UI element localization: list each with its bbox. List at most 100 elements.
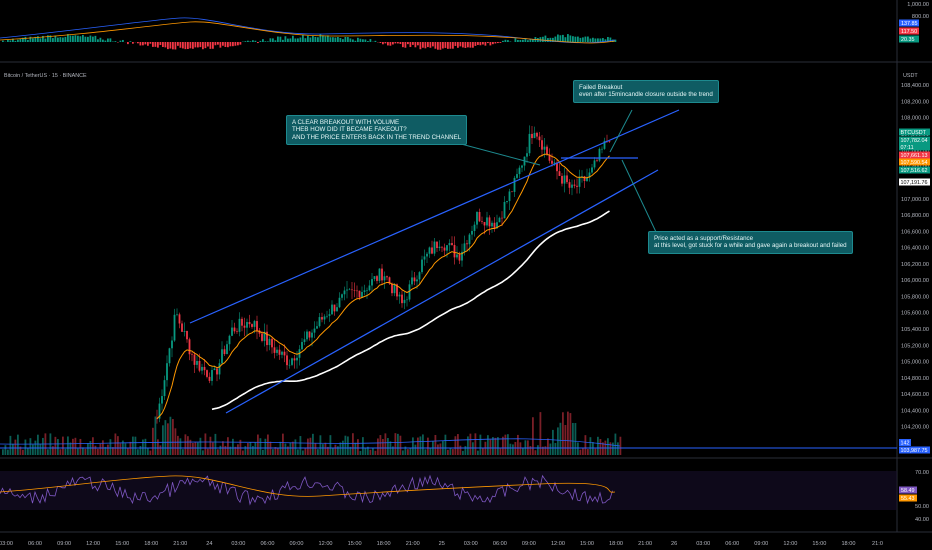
- histogram-bar: [269, 38, 272, 42]
- candle-body: [473, 224, 476, 231]
- candle-body: [213, 368, 216, 371]
- volume-bar: [497, 437, 499, 455]
- volume-bar: [394, 433, 397, 455]
- top-axis-label: 800.00: [912, 14, 929, 20]
- candle-body: [446, 245, 448, 251]
- volume-bar: [452, 449, 454, 455]
- volume-bar: [249, 442, 252, 455]
- volume-bar: [92, 437, 94, 455]
- histogram-bar: [277, 36, 279, 42]
- candle-body: [486, 217, 488, 226]
- candle-body: [451, 243, 453, 246]
- histogram-bar: [52, 38, 54, 42]
- volume-bar: [237, 444, 239, 455]
- candle-body: [193, 354, 196, 365]
- histogram-bar: [437, 42, 439, 50]
- candle-body: [498, 217, 501, 223]
- histogram-bar: [477, 42, 479, 45]
- histogram-bar: [69, 35, 72, 42]
- top-axis-label: 1,000.00: [907, 2, 929, 8]
- candle-body: [503, 201, 506, 219]
- histogram-bar: [249, 41, 252, 42]
- volume-bar: [199, 437, 202, 455]
- volume-bar: [184, 434, 187, 455]
- histogram-bar: [587, 36, 589, 42]
- volume-bar: [64, 448, 67, 455]
- volume-bar: [504, 434, 507, 455]
- histogram-bar: [144, 42, 147, 45]
- volume-bar: [174, 428, 177, 455]
- candle-body: [238, 318, 241, 332]
- candle-body: [206, 370, 208, 377]
- candle-body: [338, 297, 341, 308]
- volume-bar: [534, 450, 537, 455]
- histogram-bar: [314, 36, 317, 42]
- volume-bar: [487, 435, 489, 455]
- candle-body: [271, 338, 273, 348]
- price-badge-text: 107,782.04: [901, 138, 928, 144]
- histogram-bar: [382, 42, 384, 45]
- volume-bar: [437, 444, 439, 455]
- time-tick-label: 12:00: [86, 541, 100, 547]
- volume-bar: [262, 449, 264, 455]
- volume-bar: [387, 438, 389, 455]
- candle-body: [563, 175, 566, 184]
- candle-body: [321, 317, 323, 320]
- candle-body: [571, 184, 573, 188]
- volume-bar: [294, 439, 297, 455]
- trading-chart[interactable]: 1,000.00 800.00137.85 117.50 20.35 70.00 50.…: [0, 0, 932, 550]
- histogram-bar: [522, 39, 524, 42]
- volume-bar: [372, 448, 374, 455]
- annotation-support-resistance[interactable]: Price acted as a support/Resistance at t…: [648, 231, 853, 254]
- histogram-bar: [62, 37, 64, 42]
- volume-bar: [332, 448, 334, 455]
- volume-bar: [329, 435, 332, 455]
- volume-bar: [32, 444, 34, 455]
- histogram-bar: [32, 38, 34, 42]
- volume-bar: [439, 443, 442, 455]
- annotation-clear-breakout[interactable]: A CLEAR BREAKOUT WITH VOLUME THEB HOW DI…: [286, 115, 468, 146]
- volume-bar: [9, 435, 12, 455]
- candle-body: [591, 167, 593, 173]
- volume-bar: [164, 420, 167, 455]
- histogram-bar: [254, 40, 257, 42]
- volume-bar: [267, 434, 269, 455]
- candle-body: [381, 268, 383, 281]
- candle-body: [508, 191, 511, 202]
- candle-body: [573, 184, 576, 186]
- candle-body: [406, 299, 408, 301]
- volume-bar: [179, 438, 182, 455]
- time-tick-label: 18:00: [841, 541, 855, 547]
- volume-bar: [74, 437, 77, 455]
- price-tick-label: 104,200.00: [901, 425, 929, 431]
- price-tick-label: 105,000.00: [901, 360, 929, 366]
- candle-body: [463, 243, 466, 252]
- histogram-bar: [379, 42, 382, 43]
- volume-bar: [252, 446, 254, 455]
- histogram-bar: [569, 35, 572, 42]
- histogram-bar: [347, 37, 349, 42]
- price-badge-text: BTCUSDT: [901, 130, 927, 136]
- candle-body: [221, 349, 223, 364]
- histogram-bar: [362, 39, 364, 42]
- histogram-bar: [202, 42, 204, 50]
- volume-bar: [539, 412, 542, 455]
- histogram-bar: [392, 42, 394, 45]
- candle-body: [226, 344, 228, 355]
- annotation-failed-breakout[interactable]: Failed Breakout even after 15mincandle c…: [573, 80, 719, 103]
- volume-bar: [319, 435, 322, 455]
- candle-body: [568, 182, 571, 188]
- volume-bar: [599, 439, 602, 455]
- time-tick-label: 25: [439, 541, 445, 547]
- volume-bar: [357, 439, 359, 455]
- candle-body: [208, 376, 211, 381]
- volume-bar: [187, 436, 189, 455]
- histogram-bar: [109, 38, 112, 42]
- top-value-badge-text: 137.85: [901, 21, 918, 27]
- volume-bar: [307, 438, 309, 455]
- volume-bar: [127, 447, 129, 455]
- volume-bar: [532, 417, 534, 455]
- volume-bar: [419, 436, 422, 455]
- time-tick-label: 18:00: [377, 541, 391, 547]
- volume-bar: [217, 449, 219, 455]
